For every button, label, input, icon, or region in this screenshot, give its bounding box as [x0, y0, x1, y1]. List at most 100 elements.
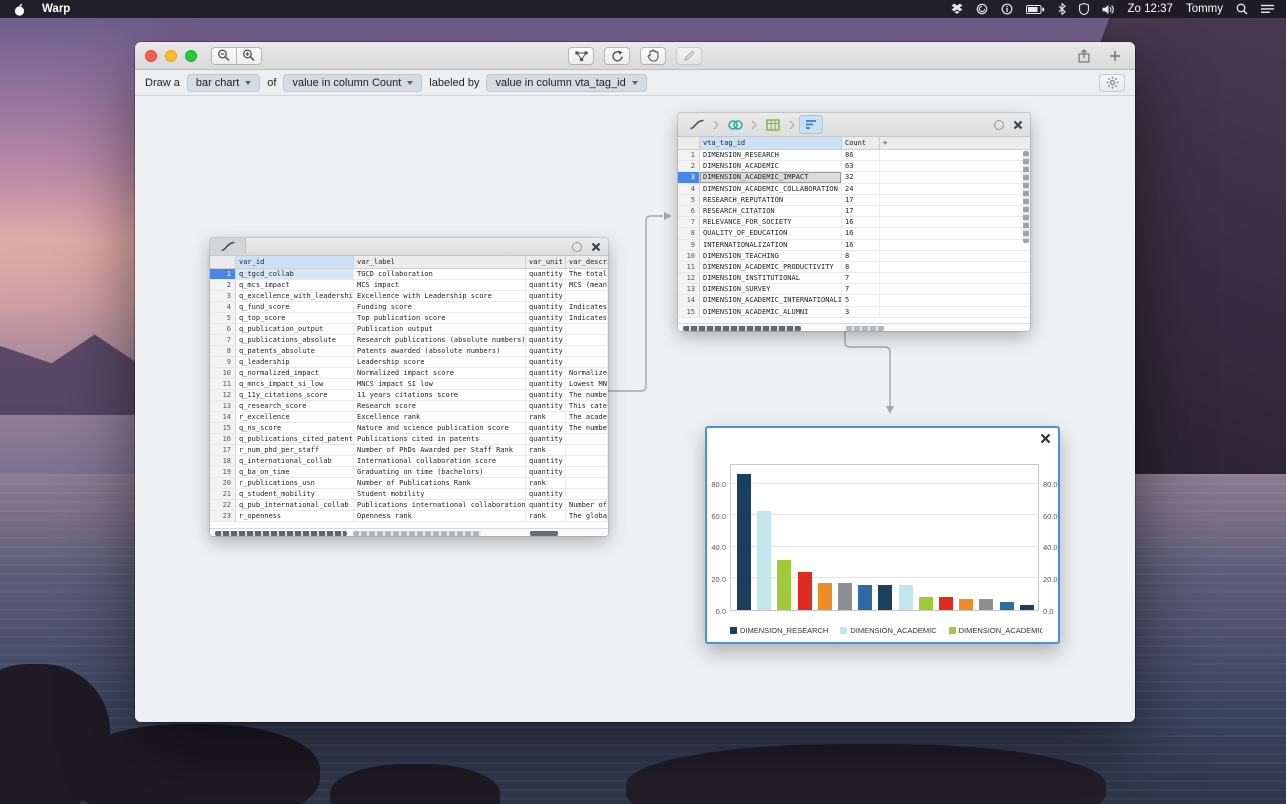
row-number[interactable]: 4 — [678, 183, 700, 194]
cell-var-id[interactable]: q_pub_international_collab — [236, 500, 354, 510]
corner-cell[interactable] — [210, 256, 236, 268]
cell-vta-tag-id[interactable]: DIMENSION_ACADEMIC_INTERNATIONALIZATI — [700, 295, 842, 306]
data-curve-step-icon[interactable] — [685, 115, 709, 134]
cell-var-label[interactable]: MCS impact — [354, 280, 526, 290]
cell-var-unit[interactable]: quantity — [526, 489, 566, 499]
row-number[interactable]: 5 — [678, 194, 700, 205]
chart-bar[interactable] — [777, 559, 792, 610]
menu-user-name[interactable]: Tommy — [1186, 3, 1223, 15]
chart-bar[interactable] — [757, 510, 772, 610]
chart-bar[interactable] — [858, 584, 873, 610]
notification-center-icon[interactable] — [1261, 4, 1274, 14]
row-number[interactable]: 11 — [678, 261, 700, 273]
cell-empty[interactable] — [880, 206, 1030, 216]
row-number[interactable]: 2 — [210, 280, 236, 290]
cell-var-unit[interactable]: rank — [526, 511, 566, 521]
row-number[interactable]: 16 — [210, 434, 236, 444]
sort-step-icon[interactable] — [799, 115, 823, 134]
scroll-segment[interactable] — [353, 530, 481, 536]
cell-var-label[interactable]: Publication output — [354, 324, 526, 334]
chart-type-dropdown[interactable]: bar chart — [186, 73, 261, 92]
row-number[interactable]: 17 — [210, 445, 236, 455]
cell-vta-tag-id[interactable]: DIMENSION_TEACHING — [700, 250, 842, 261]
cell-empty[interactable] — [880, 228, 1030, 238]
cell-var-label[interactable]: Excellence with Leadership score — [354, 291, 526, 301]
row-number[interactable]: 23 — [210, 511, 236, 521]
target-circle-icon[interactable] — [994, 119, 1004, 130]
add-tab-button[interactable] — [1109, 50, 1121, 62]
cell-vta-tag-id[interactable]: DIMENSION_RESEARCH — [700, 150, 842, 161]
edit-pencil-button[interactable] — [676, 46, 702, 65]
cell-var-desc[interactable]: The number — [566, 390, 608, 400]
row-number[interactable]: 4 — [210, 302, 236, 312]
cell-var-id[interactable]: q_research_score — [236, 401, 354, 411]
cell-var-id[interactable]: r_openness — [236, 511, 354, 521]
menu-clock[interactable]: Zo 12:37 — [1128, 3, 1173, 15]
cell-var-desc[interactable]: Number of p — [566, 500, 608, 510]
cell-var-label[interactable]: Openness rank — [354, 511, 526, 521]
cell-var-label[interactable]: Research publications (absolute numbers) — [354, 335, 526, 345]
cell-empty[interactable] — [880, 172, 1030, 182]
cell-var-desc[interactable]: Indicates t — [566, 313, 608, 323]
row-number[interactable]: 21 — [210, 489, 236, 499]
chart-bar[interactable] — [817, 583, 832, 610]
cell-var-unit[interactable]: quantity — [526, 291, 566, 301]
row-number[interactable]: 12 — [210, 390, 236, 400]
cell-var-unit[interactable]: quantity — [526, 379, 566, 389]
cell-var-id[interactable]: q_11y_citations_score — [236, 390, 354, 400]
cell-var-label[interactable]: International collaboration score — [354, 456, 526, 466]
row-number[interactable]: 14 — [210, 412, 236, 422]
cell-var-desc[interactable] — [566, 434, 608, 444]
chart-bar[interactable] — [878, 584, 893, 610]
cell-count[interactable]: 32 — [842, 172, 880, 183]
info-icon[interactable] — [1001, 3, 1013, 15]
settings-gear-button[interactable] — [1099, 73, 1125, 92]
cell-var-desc[interactable]: Indicates t — [566, 302, 608, 312]
cell-count[interactable]: 17 — [842, 194, 880, 205]
chart-bar[interactable] — [797, 572, 812, 610]
cell-var-desc[interactable]: The total g — [566, 269, 608, 279]
cell-vta-tag-id[interactable]: DIMENSION_ACADEMIC_IMPACT — [700, 172, 842, 183]
battery-icon[interactable] — [1025, 4, 1045, 14]
export-button[interactable] — [1077, 48, 1091, 63]
cell-empty[interactable] — [880, 184, 1030, 194]
cell-var-id[interactable]: r_num_phd_per_staff — [236, 445, 354, 455]
corner-cell[interactable] — [678, 137, 700, 149]
cell-var-unit[interactable]: quantity — [526, 390, 566, 400]
chart-bar[interactable] — [1019, 605, 1034, 610]
cell-count[interactable]: 8 — [842, 250, 880, 261]
cell-var-unit[interactable]: quantity — [526, 313, 566, 323]
cell-var-id[interactable]: q_normalized_impact — [236, 368, 354, 378]
cell-count[interactable]: 7 — [842, 273, 880, 284]
cell-var-desc[interactable] — [566, 324, 608, 334]
cell-var-unit[interactable]: rank — [526, 412, 566, 422]
cell-var-unit[interactable]: rank — [526, 445, 566, 455]
cell-var-unit[interactable]: quantity — [526, 368, 566, 378]
row-number[interactable]: 5 — [210, 313, 236, 323]
horizontal-scroll-strip[interactable] — [210, 528, 608, 536]
cell-var-id[interactable]: q_tgcd_collab — [236, 269, 354, 279]
cell-var-unit[interactable]: quantity — [526, 302, 566, 312]
cell-vta-tag-id[interactable]: DIMENSION_ACADEMIC_PRODUCTIVITY — [700, 261, 842, 273]
cell-count[interactable]: 5 — [842, 295, 880, 306]
cell-var-label[interactable]: Number of PhDs Awarded per Staff Rank — [354, 445, 526, 455]
sync-app-icon[interactable] — [976, 3, 988, 15]
close-icon[interactable] — [591, 242, 601, 252]
cell-var-id[interactable]: q_fund_score — [236, 302, 354, 312]
spotlight-search-icon[interactable] — [1236, 3, 1248, 15]
minimize-window-button[interactable] — [165, 49, 177, 62]
cell-var-label[interactable]: Normalized impact score — [354, 368, 526, 378]
scroll-segment[interactable] — [846, 325, 884, 331]
cell-var-desc[interactable]: The number — [566, 423, 608, 433]
cell-count[interactable]: 16 — [842, 228, 880, 239]
column-header-count[interactable]: Count — [842, 137, 880, 149]
workflow-canvas[interactable]: var_id var_label var_unit var_descri 1 q… — [135, 97, 1135, 722]
chart-bar[interactable] — [918, 597, 933, 610]
cell-var-label[interactable]: Funding score — [354, 302, 526, 312]
row-number[interactable]: 11 — [210, 379, 236, 389]
cell-var-label[interactable]: Graduating on time (bachelors) — [354, 467, 526, 477]
cell-var-unit[interactable]: quantity — [526, 423, 566, 433]
cell-vta-tag-id[interactable]: DIMENSION_INSTITUTIONAL — [700, 273, 842, 284]
close-window-button[interactable] — [145, 49, 157, 62]
cell-vta-tag-id[interactable]: DIMENSION_ACADEMIC_ALUMNI — [700, 306, 842, 317]
